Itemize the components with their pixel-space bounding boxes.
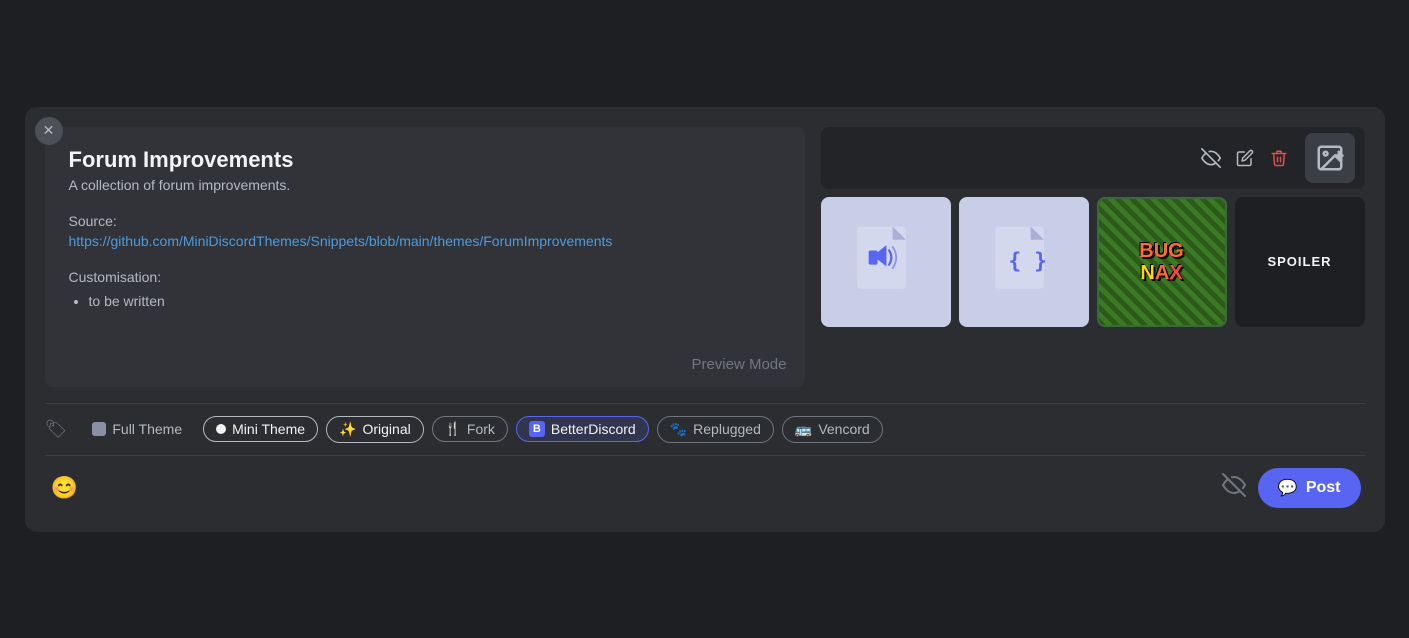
- original-label: Original: [362, 421, 410, 437]
- tag-full-theme[interactable]: Full Theme: [79, 416, 195, 442]
- tag-fork[interactable]: 🍴 Fork: [432, 416, 508, 442]
- css-attachment[interactable]: { }: [959, 197, 1089, 327]
- betterdiscord-badge: B: [529, 421, 545, 437]
- source-link[interactable]: https://github.com/MiniDiscordThemes/Sni…: [69, 233, 781, 249]
- tag-mini-theme[interactable]: Mini Theme: [203, 416, 318, 442]
- delete-attachment-icon[interactable]: [1267, 146, 1291, 170]
- vencord-emoji: 🚌: [795, 421, 812, 438]
- full-theme-label: Full Theme: [112, 421, 182, 437]
- post-icon: 💬: [1278, 478, 1298, 498]
- bugsnax-label: BUGNAX: [1099, 199, 1225, 325]
- top-section: ✕ Forum Improvements A collection of for…: [45, 127, 1365, 387]
- add-image-button[interactable]: [1305, 133, 1355, 183]
- tags-icon: 🏷: [45, 419, 68, 440]
- fork-emoji: 🍴: [445, 421, 461, 437]
- tag-vencord[interactable]: 🚌 Vencord: [782, 416, 883, 443]
- customisation-label: Customisation:: [69, 269, 781, 285]
- hide-attachment-icon[interactable]: [1199, 146, 1223, 170]
- main-card: ✕ Forum Improvements A collection of for…: [45, 127, 805, 387]
- post-label: Post: [1306, 479, 1341, 497]
- bottom-right: 💬 Post: [1222, 468, 1361, 508]
- card-title: Forum Improvements: [69, 147, 781, 173]
- audio-attachment[interactable]: [821, 197, 951, 327]
- hide-preview-icon[interactable]: [1222, 473, 1246, 503]
- source-label: Source:: [69, 213, 781, 229]
- emoji-icon: 😊: [51, 475, 78, 501]
- replugged-label: Replugged: [693, 421, 761, 437]
- main-container: ✕ Forum Improvements A collection of for…: [25, 107, 1385, 532]
- full-theme-color-box: [92, 422, 106, 436]
- preview-mode-text: Preview Mode: [691, 356, 786, 373]
- bottom-left: 😊: [49, 472, 81, 504]
- attachments-area: { } BUGNAX SPOILER: [821, 127, 1365, 327]
- original-emoji: ✨: [339, 421, 356, 438]
- replugged-emoji: 🐾: [670, 421, 687, 438]
- close-button[interactable]: ✕: [35, 117, 63, 145]
- vencord-label: Vencord: [818, 421, 869, 437]
- bottom-toolbar: 😊 💬 Post: [45, 456, 1365, 512]
- bugsnax-attachment[interactable]: BUGNAX: [1097, 197, 1227, 327]
- tag-replugged[interactable]: 🐾 Replugged: [657, 416, 774, 443]
- customisation-item: to be written: [89, 293, 781, 309]
- mini-theme-label: Mini Theme: [232, 421, 305, 437]
- svg-text:{ }: { }: [1008, 249, 1047, 274]
- attachment-toolbar: [821, 127, 1365, 189]
- tags-row: 🏷 Full Theme Mini Theme ✨ Original 🍴 For…: [45, 403, 1365, 456]
- card-subtitle: A collection of forum improvements.: [69, 177, 781, 193]
- betterdiscord-label: BetterDiscord: [551, 421, 636, 437]
- edit-attachment-icon[interactable]: [1233, 146, 1257, 170]
- mini-theme-dot: [216, 424, 226, 434]
- tag-betterdiscord[interactable]: B BetterDiscord: [516, 416, 649, 442]
- customisation-list: to be written: [69, 293, 781, 309]
- post-button[interactable]: 💬 Post: [1258, 468, 1361, 508]
- fork-label: Fork: [467, 421, 495, 437]
- spoiler-attachment[interactable]: SPOILER: [1235, 197, 1365, 327]
- attachments-grid: { } BUGNAX SPOILER: [821, 197, 1365, 327]
- emoji-button[interactable]: 😊: [49, 472, 81, 504]
- tag-original[interactable]: ✨ Original: [326, 416, 424, 443]
